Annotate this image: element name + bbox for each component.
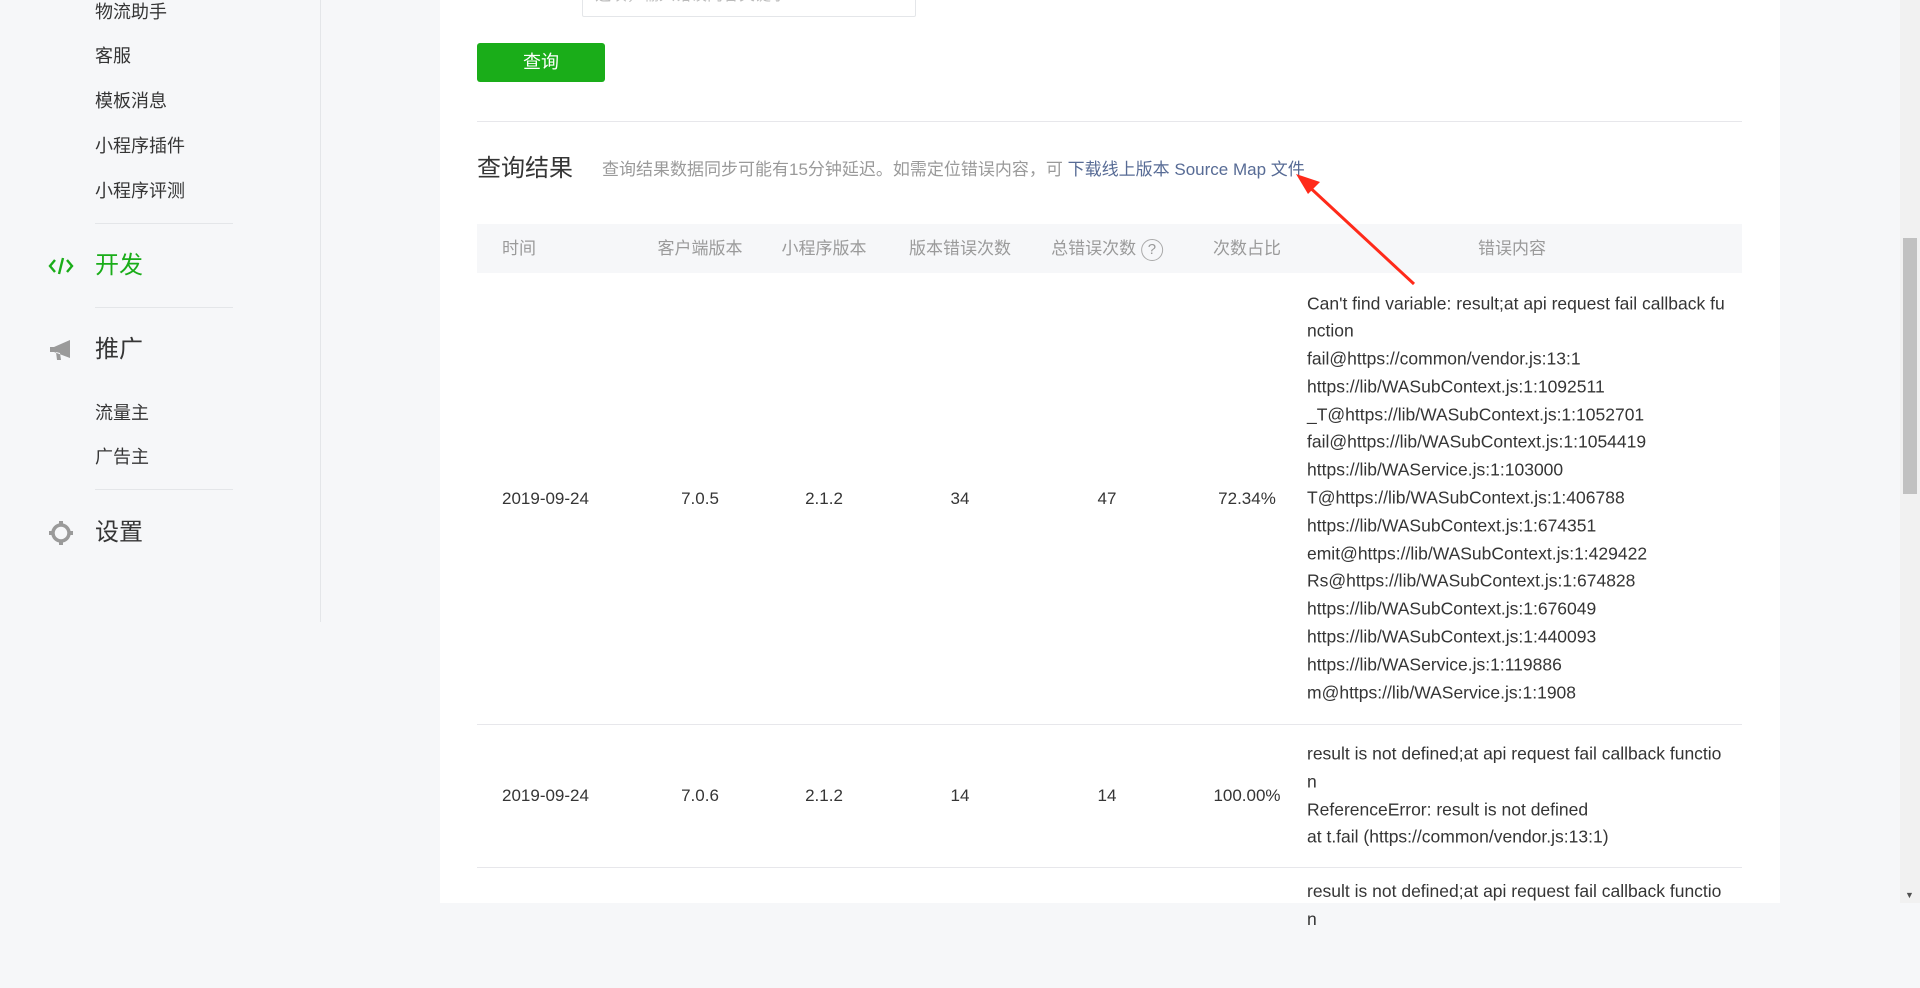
header-ratio: 次数占比 (1213, 239, 1281, 258)
sidebar-section-settings[interactable]: 设置 (95, 518, 143, 548)
annotation-arrow-icon (1296, 174, 1416, 286)
sidebar-divider (95, 223, 233, 224)
megaphone-icon (50, 340, 70, 360)
gear-icon (49, 521, 73, 545)
cell-error-content: Can't find variable: result;at api reque… (1307, 290, 1727, 707)
sidebar-item-evaluation[interactable]: 小程序评测 (95, 179, 185, 203)
error-line: https://lib/WAService.js:1:119886 (1307, 654, 1562, 675)
cell-error-content: result is not defined;at api request fai… (1307, 878, 1727, 934)
table-row: 2019-09-24 7.0.6 2.1.2 14 14 100.00% result is… (477, 725, 1742, 868)
sidebar-section-promotion[interactable]: 推广 (95, 335, 143, 365)
header-total-errors: 总错误次数 ? (1051, 224, 1163, 273)
sidebar-item-logistics[interactable]: 物流助手 (95, 0, 167, 24)
cell-total-err: 47 (1097, 488, 1117, 508)
error-line: https://lib/WASubContext.js:1:676049 (1307, 598, 1597, 619)
table-row: result is not defined;at api request fai… (477, 868, 1742, 988)
sidebar-item-advertiser[interactable]: 广告主 (95, 445, 149, 469)
error-line: https://lib/WAService.js:1:103000 (1307, 459, 1564, 480)
sidebar-item-plugin[interactable]: 小程序插件 (95, 134, 185, 158)
header-error-content: 错误内容 (1478, 239, 1546, 258)
sidebar-item-template-message[interactable]: 模板消息 (95, 89, 167, 113)
error-line: result is not defined;at api request fai… (1307, 743, 1722, 792)
table-row: 2019-09-24 7.0.5 2.1.2 34 47 72.34% Can't find… (477, 273, 1742, 725)
error-line: _T@https://lib/WASubContext.js:1:1052701 (1307, 404, 1645, 425)
results-description: 查询结果数据同步可能有15分钟延迟。如需定位错误内容，可 下载线上版本 Sour… (602, 158, 1305, 182)
sidebar-item-traffic-owner[interactable]: 流量主 (95, 401, 149, 425)
sidebar-divider (95, 489, 233, 490)
cell-error-content: result is not defined;at api request fai… (1307, 740, 1727, 851)
header-mp-version: 小程序版本 (781, 239, 867, 258)
error-line: https://lib/WASubContext.js:1:440093 (1307, 626, 1597, 647)
error-line: https://lib/WASubContext.js:1:674351 (1307, 515, 1597, 536)
cell-client: 7.0.6 (681, 786, 719, 805)
query-button[interactable]: 查询 (477, 43, 605, 82)
code-icon (48, 257, 74, 275)
cell-mp: 2.1.2 (805, 786, 843, 805)
table-header: 时间 客户端版本 小程序版本 版本错误次数 总错误次数 ? 次数占比 错误内容 (477, 224, 1742, 273)
header-time: 时间 (502, 239, 536, 258)
cell-ver-err: 34 (950, 488, 970, 508)
cell-time: 2019-09-24 (502, 786, 589, 805)
scrollbar-thumb[interactable] (1903, 238, 1917, 494)
results-title: 查询结果 (477, 155, 573, 182)
sidebar-item-customer-service[interactable]: 客服 (95, 44, 131, 68)
divider (477, 121, 1742, 122)
error-line: result is not defined;at api request fai… (1307, 881, 1722, 929)
cell-client: 7.0.5 (681, 488, 719, 508)
sidebar-section-dev[interactable]: 开发 (95, 251, 143, 281)
error-line: Rs@https://lib/WASubContext.js:1:674828 (1307, 570, 1636, 591)
sidebar-divider (95, 307, 233, 308)
error-line: at t.fail (https://common/vendor.js:13:1… (1307, 826, 1609, 847)
header-version-errors: 版本错误次数 (909, 239, 1011, 258)
header-client-version: 客户端版本 (657, 239, 743, 258)
download-source-map-link[interactable]: 下载线上版本 Source Map 文件 (1068, 160, 1305, 179)
cell-time: 2019-09-24 (502, 488, 589, 508)
cell-ratio: 72.34% (1218, 488, 1276, 508)
error-line: ReferenceError: result is not defined (1307, 799, 1589, 819)
error-line: m@https://lib/WAService.js:1:1908 (1307, 682, 1577, 703)
error-keyword-input[interactable]: 选填，输入错误内容关键字 (582, 0, 916, 17)
cell-mp: 2.1.2 (805, 488, 843, 508)
cell-ver-err: 14 (950, 786, 970, 805)
scroll-down-arrow-icon[interactable]: ▼ (1905, 890, 1914, 900)
header-total-errors-label: 总错误次数 (1051, 239, 1137, 258)
error-line: emit@https://lib/WASubContext.js:1:42942… (1307, 543, 1648, 564)
error-line: fail@https://common/vendor.js:13:1 (1307, 348, 1581, 369)
sidebar-border (320, 0, 321, 622)
error-line: fail@https://lib/WASubContext.js:1:10544… (1307, 432, 1647, 453)
cell-total-err: 14 (1097, 786, 1117, 805)
cell-ratio: 100.00% (1213, 786, 1281, 805)
help-icon[interactable]: ? (1140, 238, 1163, 261)
error-line: T@https://lib/WASubContext.js:1:406788 (1307, 487, 1625, 508)
error-line: https://lib/WASubContext.js:1:1092511 (1307, 376, 1605, 397)
results-note: 查询结果数据同步可能有15分钟延迟。如需定位错误内容，可 (602, 160, 1063, 179)
sidebar: 物流助手 客服 模板消息 小程序插件 小程序评测 开发 推广 流量主 广告主 设… (0, 0, 440, 903)
